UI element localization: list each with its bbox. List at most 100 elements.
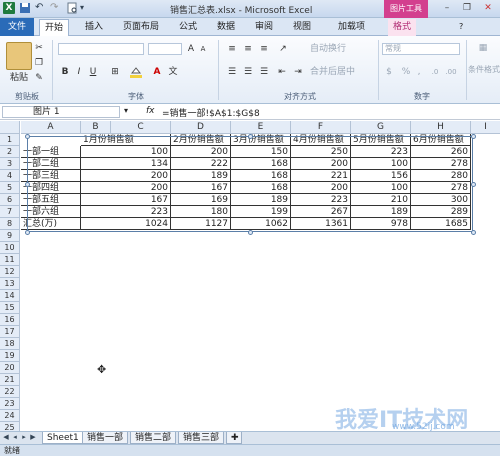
align-right-icon[interactable]: ☰ [258,66,270,78]
merge-center-button[interactable]: 合并后居中 [310,66,374,78]
row-header[interactable]: 25 [0,422,20,431]
increase-indent-icon[interactable]: ⇥ [292,66,304,78]
font-name-box[interactable] [58,43,144,55]
column-header-e[interactable]: E [231,121,291,134]
row-header[interactable]: 11 [0,254,20,266]
row-header[interactable]: 7 [0,206,20,218]
row-header[interactable]: 16 [0,314,20,326]
row-header[interactable]: 3 [0,158,20,170]
resize-handle[interactable] [471,230,476,235]
last-sheet-icon[interactable]: ▶ [29,433,37,441]
italic-button[interactable]: I [74,66,84,78]
align-left-icon[interactable]: ☰ [226,66,238,78]
row-header[interactable]: 1 [0,134,20,146]
row-header[interactable]: 13 [0,278,20,290]
conditional-format-button[interactable]: 条件格式 [468,64,500,76]
column-header-g[interactable]: G [351,121,411,134]
bold-button[interactable]: B [60,66,70,78]
tab-home[interactable]: 开始 [39,19,70,36]
grow-font-icon[interactable]: A [186,43,196,55]
row-header[interactable]: 20 [0,362,20,374]
redo-icon[interactable]: ↷ [50,2,62,14]
row-header[interactable]: 21 [0,374,20,386]
align-top-icon[interactable]: ≡ [226,43,238,55]
row-header[interactable]: 23 [0,398,20,410]
tab-data[interactable]: 数据 [212,19,240,36]
sheet-tab-sales-2[interactable]: 销售二部 [130,432,177,444]
paste-icon[interactable] [6,42,32,70]
tab-add-ins[interactable]: 加载项 [333,19,370,36]
align-bottom-icon[interactable]: ≡ [258,43,270,55]
tab-format[interactable]: 格式 [388,19,417,36]
tab-review[interactable]: 审阅 [250,19,278,36]
fill-color-icon[interactable] [128,66,144,78]
print-preview-icon[interactable] [66,2,78,14]
row-header[interactable]: 17 [0,326,20,338]
conditional-format-icon[interactable]: ▦ [470,42,496,64]
tab-file[interactable]: 文件 [0,18,34,36]
cut-icon[interactable]: ✂ [34,42,44,54]
resize-handle[interactable] [248,230,253,235]
sheet-tab-sheet1[interactable]: Sheet1 [42,432,84,444]
help-icon[interactable]: ? [454,19,468,36]
copy-icon[interactable]: ❐ [34,57,44,69]
row-header[interactable]: 24 [0,410,20,422]
column-header-d[interactable]: D [171,121,231,134]
resize-handle[interactable] [471,134,476,139]
worksheet-grid[interactable]: ABCDEFGHIJ 12345678910111213141516171819… [0,121,500,431]
row-header[interactable]: 15 [0,302,20,314]
font-size-box[interactable] [148,43,182,55]
row-header[interactable]: 9 [0,230,20,242]
comma-button[interactable]: , [414,66,424,78]
resize-handle[interactable] [25,134,30,139]
quick-access-dropdown-icon[interactable]: ▾ [80,2,92,14]
undo-icon[interactable]: ↶ [35,2,47,14]
name-box-dropdown-icon[interactable]: ▾ [124,106,128,115]
select-all-corner[interactable] [0,121,20,134]
resize-handle[interactable] [471,182,476,187]
column-header-h[interactable]: H [411,121,471,134]
font-color-button[interactable]: A [150,66,164,78]
row-header[interactable]: 4 [0,170,20,182]
column-header-c[interactable]: C [111,121,171,134]
row-header[interactable]: 5 [0,182,20,194]
shrink-font-icon[interactable]: A [198,43,208,55]
insert-function-button[interactable]: fx [146,106,155,116]
number-format-select[interactable]: 常规 [382,43,460,55]
borders-icon[interactable]: ⊞ [106,66,124,78]
resize-handle[interactable] [25,230,30,235]
align-center-icon[interactable]: ☰ [242,66,254,78]
minimize-icon[interactable]: – [440,2,454,14]
increase-decimal-icon[interactable]: .0 [428,66,442,78]
tab-formulas[interactable]: 公式 [174,19,202,36]
column-header-b[interactable]: B [81,121,111,134]
close-icon[interactable]: ✕ [481,2,495,14]
align-middle-icon[interactable]: ≡ [242,43,254,55]
tab-view[interactable]: 视图 [288,19,316,36]
prev-sheet-icon[interactable]: ◂ [11,433,19,441]
row-header[interactable]: 12 [0,266,20,278]
format-painter-icon[interactable]: ✎ [34,72,44,84]
currency-icon[interactable]: $ [382,66,396,78]
row-header[interactable]: 10 [0,242,20,254]
orientation-icon[interactable]: ↗ [276,43,290,55]
underline-button[interactable]: U [88,66,98,78]
sheet-tab-sales-1[interactable]: 销售一部 [82,432,129,444]
tab-insert[interactable]: 插入 [80,19,108,36]
next-sheet-icon[interactable]: ▸ [20,433,28,441]
row-header[interactable]: 19 [0,350,20,362]
save-icon[interactable] [19,2,31,14]
row-header[interactable]: 14 [0,290,20,302]
row-header[interactable]: 18 [0,338,20,350]
decrease-indent-icon[interactable]: ⇤ [276,66,288,78]
formula-input[interactable]: =销售一部!$A$1:$G$8 [162,106,260,119]
row-header[interactable]: 8 [0,218,20,230]
column-header-a[interactable]: A [21,121,81,134]
row-header[interactable]: 2 [0,146,20,158]
name-box[interactable]: 图片 1 [2,106,120,118]
decrease-decimal-icon[interactable]: .00 [444,66,458,78]
row-header[interactable]: 22 [0,386,20,398]
sheet-tab-sales-3[interactable]: 销售三部 [178,432,225,444]
first-sheet-icon[interactable]: ◀ [2,433,10,441]
column-header-i[interactable]: I [471,121,500,134]
